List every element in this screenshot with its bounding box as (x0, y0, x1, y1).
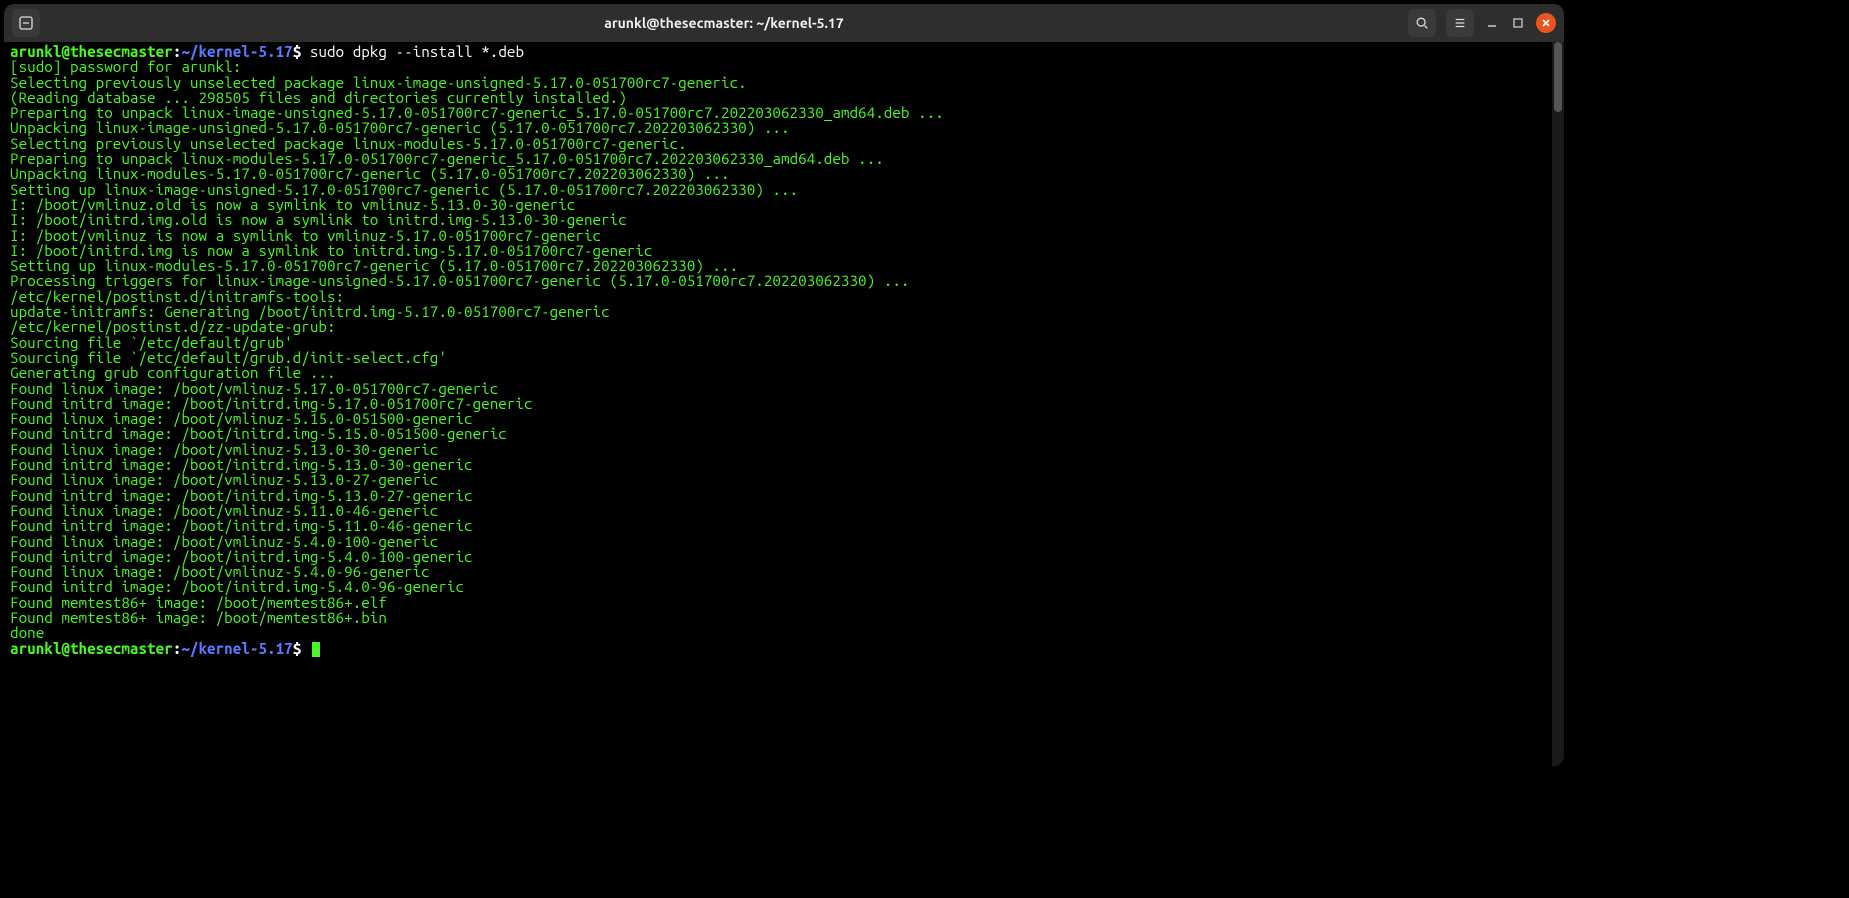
minimize-button[interactable] (1484, 15, 1500, 31)
cursor (312, 642, 320, 657)
window-controls-group (1408, 9, 1556, 37)
close-button[interactable] (1536, 13, 1556, 33)
search-icon (1415, 16, 1429, 30)
menu-button[interactable] (1446, 9, 1474, 37)
minimize-icon (1486, 17, 1498, 29)
terminal-output: arunkl@thesecmaster:~/kernel-5.17$ sudo … (10, 44, 1558, 657)
search-button[interactable] (1408, 9, 1436, 37)
new-tab-icon (18, 15, 34, 31)
scrollbar-thumb[interactable] (1554, 42, 1562, 112)
maximize-icon (1512, 17, 1524, 29)
page-backdrop: arunkl@thesecmaster: ~/kernel-5.17 (0, 0, 1849, 898)
close-icon (1541, 18, 1551, 28)
window-title: arunkl@thesecmaster: ~/kernel-5.17 (40, 15, 1408, 31)
window-titlebar: arunkl@thesecmaster: ~/kernel-5.17 (4, 4, 1564, 42)
terminal-body[interactable]: arunkl@thesecmaster:~/kernel-5.17$ sudo … (4, 42, 1564, 766)
new-tab-button[interactable] (12, 9, 40, 37)
terminal-window: arunkl@thesecmaster: ~/kernel-5.17 (4, 4, 1564, 766)
scrollbar[interactable] (1552, 42, 1564, 766)
maximize-button[interactable] (1510, 15, 1526, 31)
hamburger-icon (1453, 16, 1467, 30)
